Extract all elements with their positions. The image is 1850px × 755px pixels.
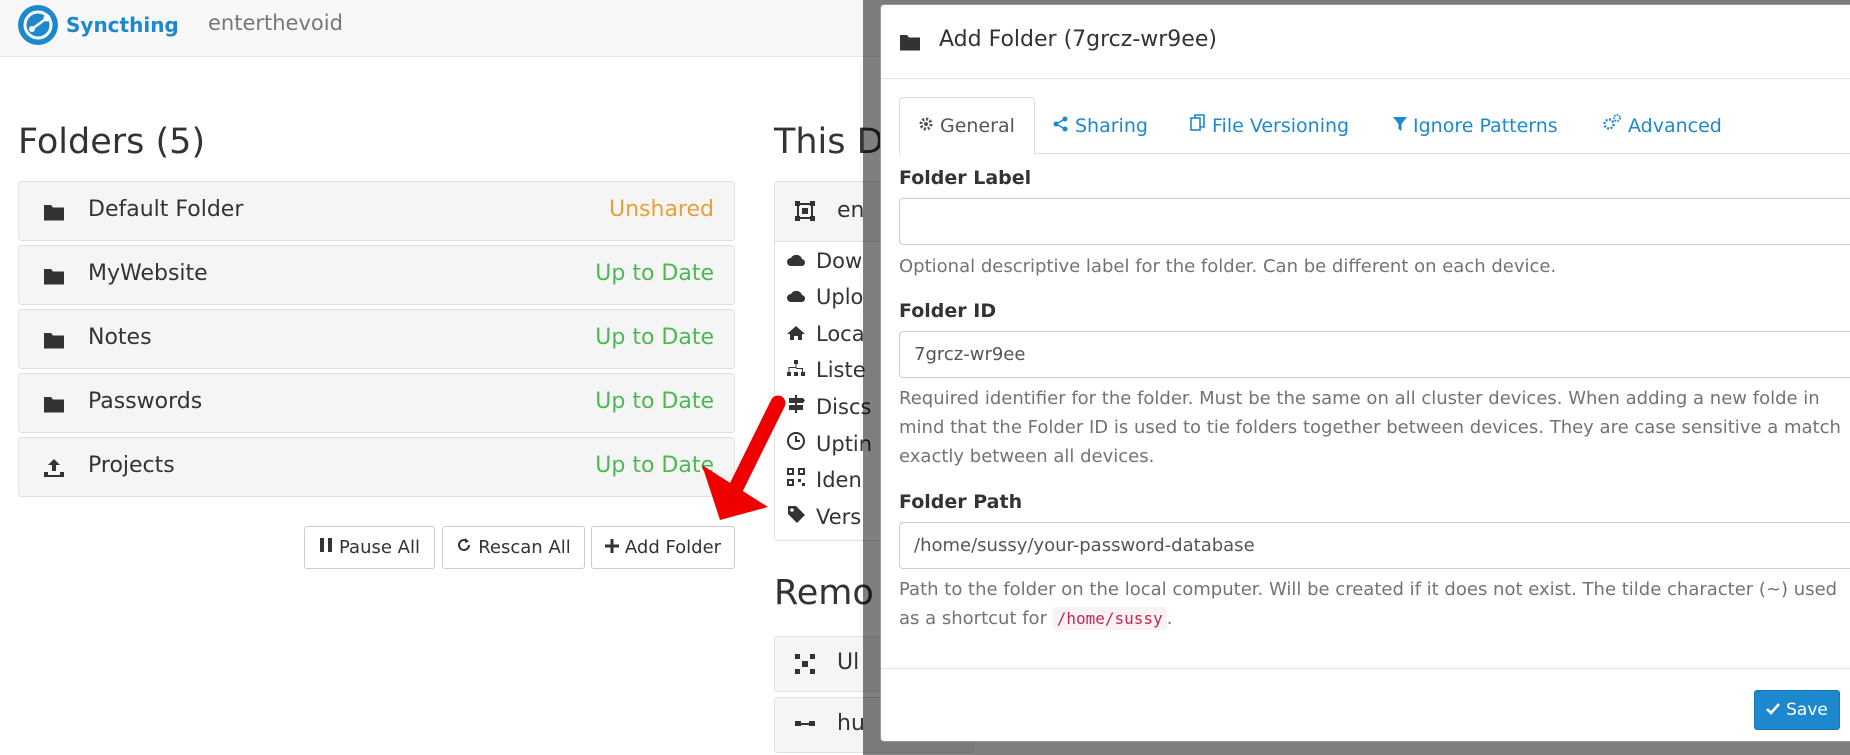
folder-status: Unshared <box>609 197 714 222</box>
modal-tabs: General Sharing File Versioning Ignore P… <box>899 97 1850 155</box>
remote-device-name: Ul <box>837 650 860 675</box>
listeners-label: Liste <box>816 358 866 382</box>
folder-name: Passwords <box>88 389 203 414</box>
listeners-row: Liste <box>786 358 866 382</box>
folder-name: Default Folder <box>88 197 244 222</box>
cloud-upload-icon <box>786 285 806 309</box>
sitemap-icon <box>786 358 806 382</box>
refresh-icon <box>456 537 472 558</box>
folder-icon <box>43 202 65 222</box>
local-state-label: Loca <box>816 322 865 346</box>
folder-path-help-text: Path to the folder on the local computer… <box>899 579 1838 629</box>
folder-list: Default Folder Unshared MyWebsite Up to … <box>18 181 735 501</box>
brand[interactable]: Syncthing <box>18 5 179 45</box>
device-identicon-icon <box>793 652 817 680</box>
folder-icon <box>43 266 65 286</box>
filter-icon <box>1393 115 1407 137</box>
upload-rate-row: Uplo <box>786 285 863 309</box>
folders-title: Folders (5) <box>18 122 206 162</box>
share-icon <box>1053 115 1069 137</box>
folder-row-mywebsite[interactable]: MyWebsite Up to Date <box>18 245 735 305</box>
add-folder-label: Add Folder <box>624 537 722 558</box>
modal-title: Add Folder (7grcz-wr9ee) <box>939 27 1217 52</box>
folder-id-help: Required identifier for the folder. Must… <box>899 388 1841 467</box>
pause-all-label: Pause All <box>339 537 420 558</box>
annotation-arrow-icon <box>702 395 786 520</box>
brand-name: Syncthing <box>66 13 179 37</box>
modal-footer: Save <box>881 668 1850 741</box>
pause-all-button[interactable]: Pause All <box>304 526 435 569</box>
tab-sharing[interactable]: Sharing <box>1035 97 1166 154</box>
add-folder-button[interactable]: Add Folder <box>591 526 735 569</box>
discovery-row: Discs <box>786 394 871 419</box>
folder-name: MyWebsite <box>88 261 208 286</box>
device-name: enterthevoid <box>208 11 343 35</box>
rescan-all-button[interactable]: Rescan All <box>442 526 585 569</box>
uptime-row: Uptin <box>786 431 872 456</box>
plus-icon <box>604 537 619 558</box>
folder-name: Projects <box>88 453 175 478</box>
folder-row-default-folder[interactable]: Default Folder Unshared <box>18 181 735 241</box>
tab-advanced-label: Advanced <box>1628 114 1722 137</box>
tab-ignore-patterns-label: Ignore Patterns <box>1413 114 1558 137</box>
add-folder-modal: Add Folder (7grcz-wr9ee) General Sharing… <box>880 4 1850 742</box>
device-identicon-icon <box>793 713 817 741</box>
remote-devices-title: Remo <box>774 573 874 613</box>
modal-header: Add Folder (7grcz-wr9ee) <box>881 5 1850 79</box>
folder-status: Up to Date <box>595 261 714 286</box>
local-state-row: Loca <box>786 322 865 346</box>
pause-icon <box>319 537 333 558</box>
folder-icon <box>43 394 65 414</box>
folder-path-help: Path to the folder on the local computer… <box>899 575 1850 635</box>
tab-general-label: General <box>940 115 1015 137</box>
folder-label-help: Optional descriptive label for the folde… <box>899 256 1557 277</box>
folder-icon <box>899 32 921 56</box>
folder-row-notes[interactable]: Notes Up to Date <box>18 309 735 369</box>
version-label: Vers <box>816 504 862 529</box>
folder-id-input[interactable] <box>899 331 1850 378</box>
folder-id-label: Folder ID <box>899 300 997 322</box>
home-path-code: /home/sussy <box>1052 607 1167 630</box>
tab-ignore-patterns[interactable]: Ignore Patterns <box>1375 97 1576 154</box>
tab-sharing-label: Sharing <box>1075 114 1148 137</box>
identification-label: Iden <box>816 467 862 492</box>
folder-label-input[interactable] <box>899 198 1850 245</box>
home-icon <box>786 322 806 346</box>
folder-path-input[interactable] <box>899 522 1850 569</box>
download-rate-row: Dow <box>786 249 862 273</box>
gear-icon <box>918 115 934 137</box>
folder-icon <box>43 330 65 350</box>
cloud-download-icon <box>786 249 806 273</box>
tab-file-versioning[interactable]: File Versioning <box>1172 97 1367 154</box>
gears-icon <box>1602 114 1622 137</box>
tab-general[interactable]: General <box>899 97 1035 155</box>
folder-row-projects[interactable]: Projects Up to Date <box>18 437 735 497</box>
folder-name: Notes <box>88 325 152 350</box>
folder-label-label: Folder Label <box>899 167 1032 189</box>
rescan-all-label: Rescan All <box>478 537 571 558</box>
folder-path-help-end: . <box>1166 608 1173 629</box>
identification-row: Iden <box>786 467 862 492</box>
check-icon <box>1766 700 1781 720</box>
version-row: Vers <box>786 504 861 529</box>
this-device-name: en <box>837 198 865 223</box>
tab-advanced[interactable]: Advanced <box>1584 97 1740 154</box>
device-identicon-icon <box>793 199 817 227</box>
download-rate-label: Dow <box>816 249 863 273</box>
folder-row-passwords[interactable]: Passwords Up to Date <box>18 373 735 433</box>
folder-path-label: Folder Path <box>899 491 1023 513</box>
remote-device-name: hu <box>837 711 865 736</box>
syncthing-logo-icon <box>18 5 58 45</box>
copy-icon <box>1190 114 1206 137</box>
save-label: Save <box>1786 700 1828 720</box>
upload-icon <box>43 458 65 478</box>
folder-status: Up to Date <box>595 325 714 350</box>
tab-file-versioning-label: File Versioning <box>1212 114 1350 137</box>
save-button[interactable]: Save <box>1754 690 1840 730</box>
upload-rate-label: Uplo <box>816 285 864 309</box>
